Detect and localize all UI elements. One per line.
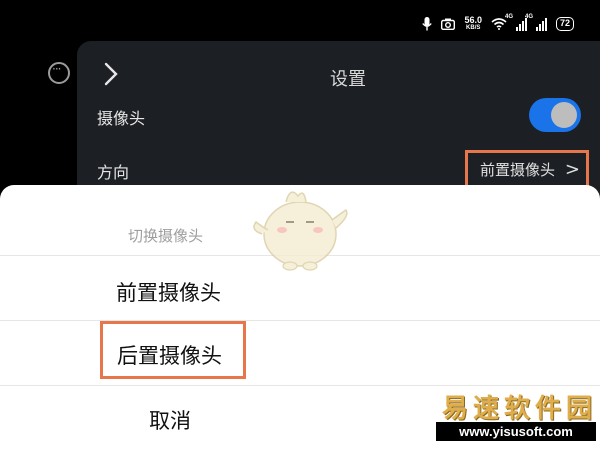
signal-icon: 4G — [525, 14, 547, 31]
settings-panel: 设置 摄像头 方向 前置摄像头 > — [77, 41, 600, 201]
direction-selector[interactable]: 前置摄像头 > — [465, 150, 589, 190]
brand-watermark: 易速软件园 www.yisusoft.com — [436, 384, 600, 450]
mascot-watermark — [253, 191, 348, 271]
signal-1-label: 4G — [504, 14, 513, 20]
option-front-camera[interactable]: 前置摄像头 — [116, 277, 221, 307]
signal-2-label: 4G — [524, 14, 533, 20]
divider — [0, 320, 600, 321]
brand-url: www.yisusoft.com — [436, 422, 596, 441]
speed-unit: KB/S — [466, 25, 481, 31]
camera-toggle[interactable] — [529, 98, 581, 132]
speed-value: 56.0 — [464, 15, 482, 25]
cancel-button[interactable]: 取消 — [149, 405, 191, 435]
settings-title: 设置 — [330, 69, 366, 90]
status-icons: 56.0 KB/S 4G 4G 72 — [422, 14, 574, 32]
sheet-title: 切换摄像头 — [128, 227, 204, 245]
chevron-right-icon: > — [564, 159, 580, 180]
brand-name: 易速软件园 — [442, 394, 598, 424]
toggle-knob — [551, 102, 577, 128]
camera-icon — [441, 18, 456, 30]
chevron-right-icon[interactable] — [101, 61, 121, 87]
direction-label: 方向 — [97, 163, 130, 182]
network-speed: 56.0 KB/S — [464, 16, 482, 32]
direction-value: 前置摄像头 — [480, 161, 556, 179]
battery-level: 72 — [559, 18, 570, 28]
option-rear-camera[interactable]: 后置摄像头 — [117, 340, 222, 370]
mic-icon — [422, 17, 433, 31]
status-bar: 56.0 KB/S 4G 4G 72 — [0, 0, 600, 40]
chat-icon[interactable] — [48, 62, 70, 84]
battery-icon: 72 — [555, 17, 574, 31]
camera-label: 摄像头 — [97, 109, 146, 128]
